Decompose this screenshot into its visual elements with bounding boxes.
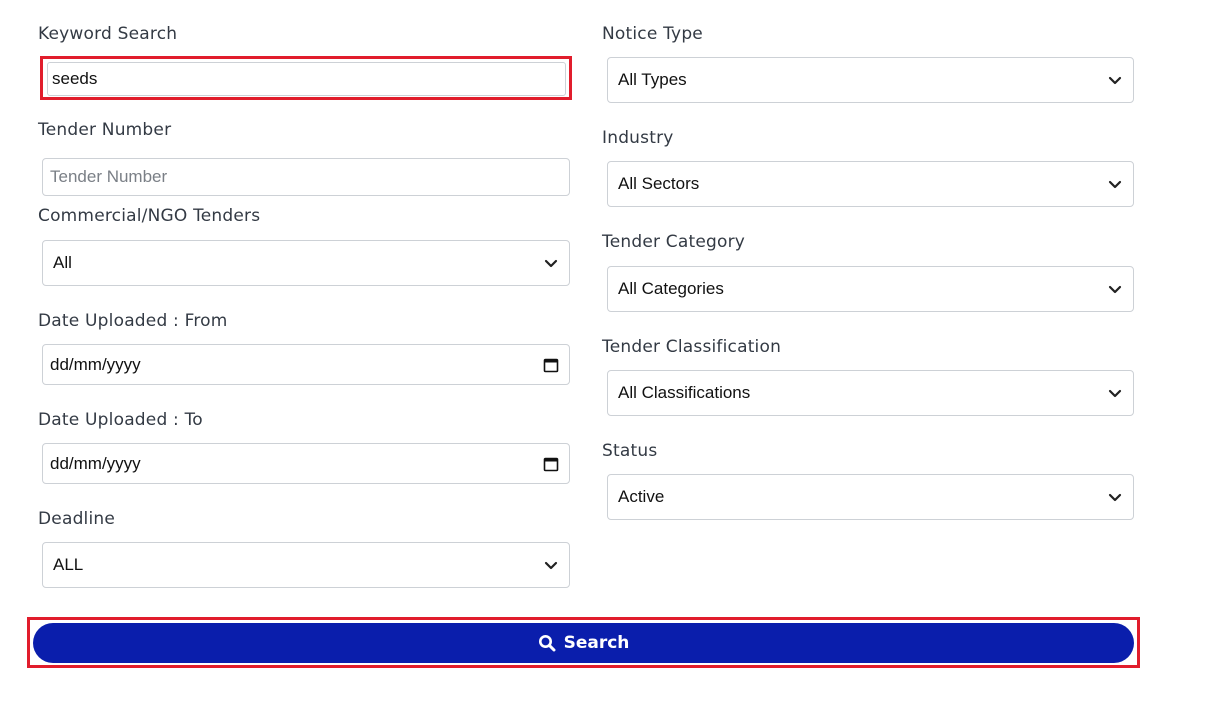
notice-type-selected: All Types	[618, 70, 687, 89]
industry-select[interactable]: All Sectors	[607, 161, 1134, 207]
date-from-input[interactable]: dd/mm/yyyy	[42, 344, 570, 385]
search-button[interactable]: Search	[33, 623, 1134, 663]
industry-label: Industry	[602, 128, 674, 148]
date-to-value: dd/mm/yyyy	[50, 453, 141, 473]
notice-type-select[interactable]: All Types	[607, 57, 1134, 103]
date-to-input[interactable]: dd/mm/yyyy	[42, 443, 570, 484]
chevron-down-icon	[1108, 76, 1122, 85]
calendar-icon[interactable]	[543, 357, 559, 373]
commercial-ngo-label: Commercial/NGO Tenders	[38, 206, 261, 226]
status-label: Status	[602, 441, 658, 461]
status-select[interactable]: Active	[607, 474, 1134, 520]
tender-classification-select[interactable]: All Classifications	[607, 370, 1134, 416]
chevron-down-icon	[1108, 493, 1122, 502]
tender-category-label: Tender Category	[602, 232, 746, 252]
keyword-search-highlight: seeds	[40, 56, 572, 100]
tender-category-selected: All Categories	[618, 279, 724, 298]
deadline-selected: ALL	[53, 555, 84, 574]
keyword-search-value: seeds	[52, 69, 98, 88]
search-icon	[538, 635, 556, 652]
date-to-label: Date Uploaded : To	[38, 410, 203, 430]
commercial-ngo-selected: All	[53, 253, 72, 272]
tender-classification-selected: All Classifications	[618, 383, 751, 402]
search-button-label: Search	[563, 633, 630, 653]
chevron-down-icon	[544, 561, 558, 570]
chevron-down-icon	[544, 259, 558, 268]
search-button-highlight: Search	[27, 617, 1140, 668]
notice-type-label: Notice Type	[602, 24, 703, 44]
chevron-down-icon	[1108, 389, 1122, 398]
keyword-search-label: Keyword Search	[38, 24, 178, 44]
chevron-down-icon	[1108, 180, 1122, 189]
date-from-value: dd/mm/yyyy	[50, 354, 141, 374]
chevron-down-icon	[1108, 285, 1122, 294]
tender-number-label: Tender Number	[38, 120, 172, 140]
deadline-label: Deadline	[38, 509, 116, 529]
tender-number-placeholder: Tender Number	[50, 167, 168, 186]
calendar-icon[interactable]	[543, 456, 559, 472]
commercial-ngo-select[interactable]: All	[42, 240, 570, 286]
keyword-search-input[interactable]: seeds	[47, 62, 566, 96]
deadline-select[interactable]: ALL	[42, 542, 570, 588]
tender-classification-label: Tender Classification	[602, 337, 782, 357]
date-from-label: Date Uploaded : From	[38, 311, 228, 331]
tender-category-select[interactable]: All Categories	[607, 266, 1134, 312]
industry-selected: All Sectors	[618, 174, 700, 193]
tender-number-input[interactable]: Tender Number	[42, 158, 570, 196]
status-selected: Active	[618, 487, 665, 506]
